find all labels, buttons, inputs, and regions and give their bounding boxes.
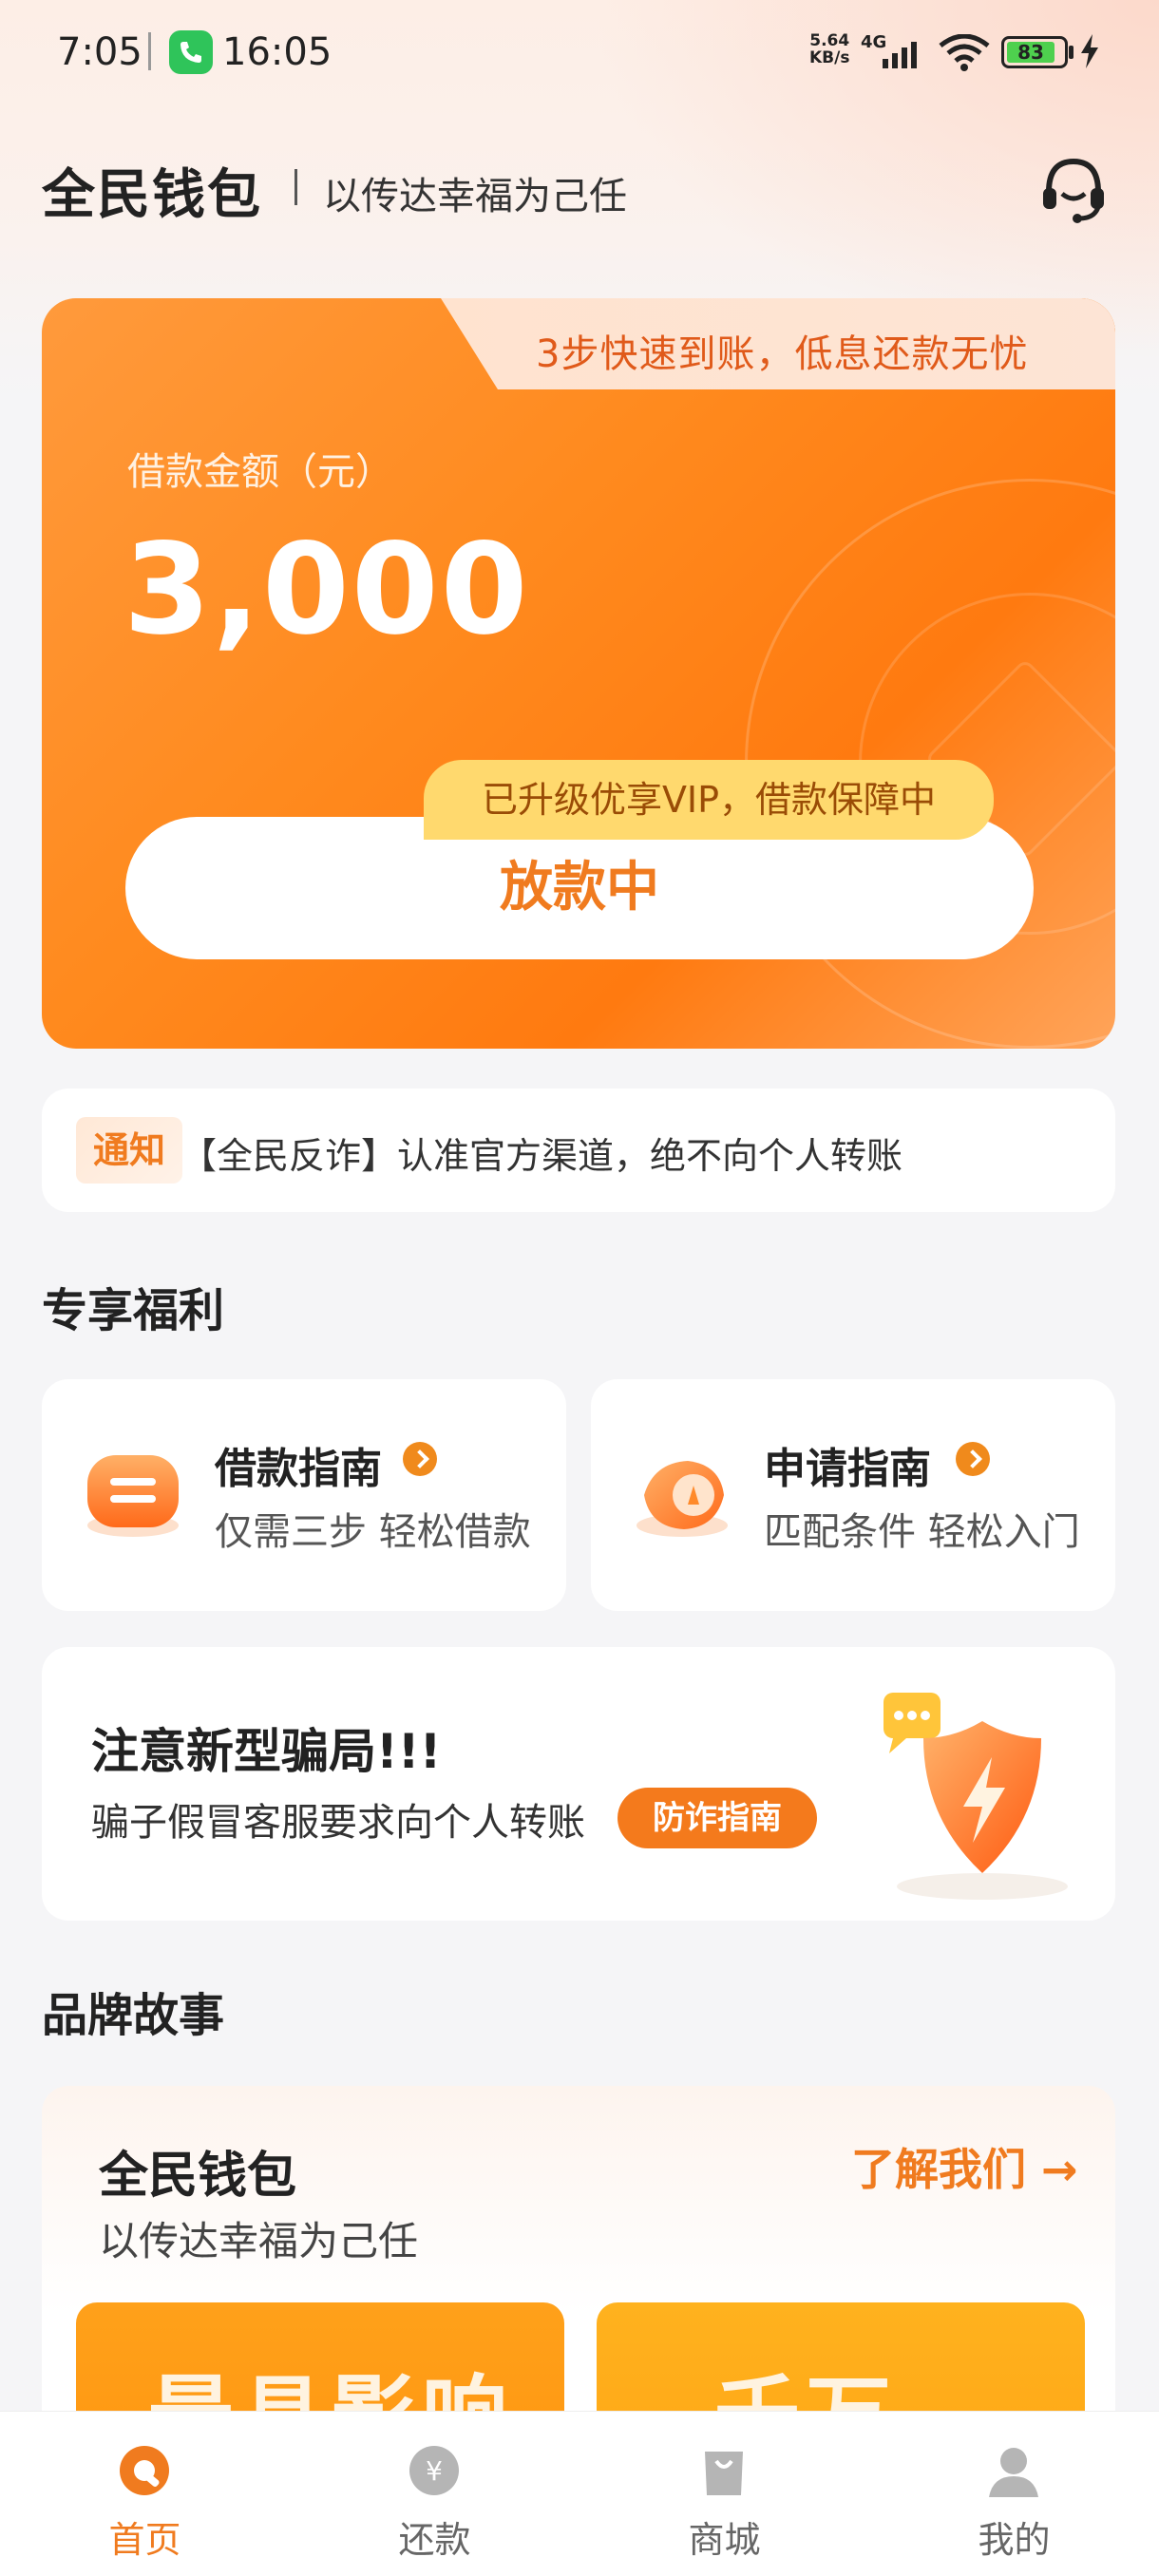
- loan-card: 3步快速到账，低息还款无忧 借款金额（元） 3,000 放款中 已升级优享VIP…: [42, 298, 1115, 1049]
- wifi-icon: [939, 34, 990, 71]
- anti-fraud-guide-button[interactable]: 防诈指南: [618, 1788, 817, 1848]
- about-us-link[interactable]: 了解我们 →: [851, 2135, 1078, 2198]
- loan-guide-subtitle: 仅需三步 轻松借款: [215, 1510, 531, 1554]
- customer-service-icon[interactable]: [1036, 152, 1112, 228]
- story-subtitle: 以传达幸福为己任: [99, 2218, 419, 2264]
- notice-tag: 通知: [76, 1117, 182, 1184]
- amount-label: 借款金额（元）: [127, 450, 393, 494]
- chevron-right-icon: [956, 1442, 990, 1476]
- call-duration: 16:05: [222, 30, 332, 74]
- nav-label-shop: 商城: [688, 2519, 761, 2561]
- nav-item-profile[interactable]: 我的: [869, 2412, 1159, 2576]
- repay-icon: ¥: [409, 2446, 459, 2495]
- battery-cap: [1069, 46, 1074, 59]
- loan-amount: 3,000: [124, 517, 530, 663]
- nav-label-home: 首页: [108, 2519, 181, 2561]
- shield-icon: [884, 1693, 1068, 1900]
- svg-text:¥: ¥: [426, 2455, 443, 2487]
- loan-guide-icon: [87, 1455, 179, 1537]
- battery-icon: 83: [1001, 36, 1068, 68]
- nav-item-home[interactable]: 首页: [0, 2412, 290, 2576]
- network-speed: 5.64 KB/s: [809, 31, 850, 67]
- status-time: 7:05: [57, 30, 142, 74]
- nav-item-repay[interactable]: ¥ 还款: [290, 2412, 580, 2576]
- scam-title: 注意新型骗局!!!: [91, 1724, 442, 1779]
- status-separator: [148, 32, 151, 70]
- brand-logo: 全民钱包: [42, 164, 262, 226]
- phone-call-icon[interactable]: [169, 30, 213, 74]
- scam-subtitle: 骗子假冒客服要求向个人转账: [91, 1801, 585, 1845]
- notice-text: 【全民反诈】认准官方渠道，绝不向个人转账: [180, 1135, 903, 1177]
- apply-guide-title: 申请指南: [764, 1445, 931, 1493]
- header-divider: [294, 169, 297, 205]
- benefits-title: 专享福利: [42, 1284, 225, 1337]
- brand-slogan: 以传达幸福为己任: [323, 175, 627, 218]
- apply-guide-icon: [636, 1461, 728, 1537]
- battery-level: 83: [1017, 41, 1044, 64]
- status-bar: 7:05 16:05 5.64 KB/s 4G 83: [0, 0, 1159, 104]
- charging-icon: [1081, 34, 1098, 68]
- vip-badge: 已升级优享VIP，借款保障中: [424, 760, 994, 840]
- signal-icon: [883, 42, 917, 68]
- brand-story-title: 品牌故事: [42, 1989, 225, 2042]
- loan-guide-card[interactable]: 借款指南 仅需三步 轻松借款: [42, 1379, 566, 1611]
- apply-guide-subtitle: 匹配条件 轻松入门: [764, 1510, 1080, 1554]
- nav-label-repay: 还款: [398, 2519, 471, 2561]
- home-icon: [120, 2446, 169, 2495]
- bottom-nav: 首页 ¥ 还款 商城 我的: [0, 2411, 1159, 2576]
- apply-guide-card[interactable]: 申请指南 匹配条件 轻松入门: [591, 1379, 1115, 1611]
- notice-bar[interactable]: 通知 【全民反诈】认准官方渠道，绝不向个人转账: [42, 1089, 1115, 1212]
- story-title: 全民钱包: [99, 2148, 297, 2205]
- nav-label-profile: 我的: [978, 2519, 1051, 2561]
- nav-item-shop[interactable]: 商城: [580, 2412, 869, 2576]
- loan-guide-title: 借款指南: [215, 1445, 382, 1493]
- shop-icon: [705, 2452, 743, 2495]
- card-tip-text: 3步快速到账，低息还款无忧: [536, 332, 1029, 376]
- profile-icon: [989, 2448, 1038, 2497]
- chevron-right-icon: [403, 1442, 437, 1476]
- scam-warning-card[interactable]: 注意新型骗局!!! 骗子假冒客服要求向个人转账 防诈指南: [42, 1647, 1115, 1921]
